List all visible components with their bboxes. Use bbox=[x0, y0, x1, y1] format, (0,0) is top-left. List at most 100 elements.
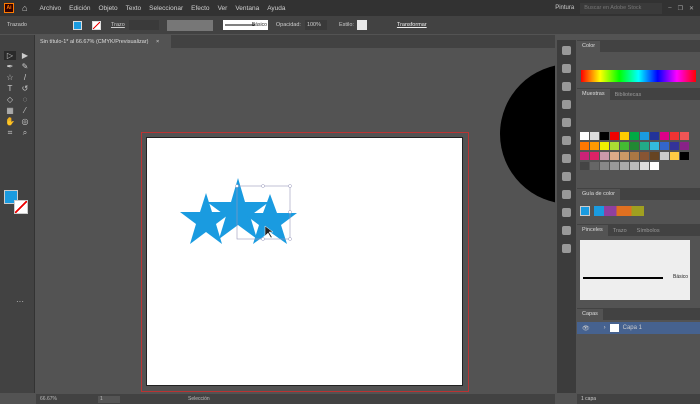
swatch[interactable] bbox=[640, 142, 649, 150]
eye-icon[interactable]: 👁 bbox=[582, 325, 590, 332]
layer-name[interactable]: Capa 1 bbox=[623, 325, 642, 331]
swatch[interactable] bbox=[590, 152, 599, 160]
transform-button[interactable]: Transformar bbox=[397, 22, 427, 28]
panel-toggle-icon[interactable] bbox=[562, 82, 571, 91]
star-tool-icon[interactable]: ☆ bbox=[4, 73, 16, 82]
eyedropper-tool-icon[interactable]: ⁄ bbox=[19, 106, 31, 115]
swatch[interactable] bbox=[660, 142, 669, 150]
brush-basic[interactable]: Básico bbox=[673, 274, 688, 280]
tab-color[interactable]: Color bbox=[577, 41, 601, 52]
fill-swatch[interactable] bbox=[73, 20, 82, 30]
swatch[interactable] bbox=[670, 152, 679, 160]
curvature-tool-icon[interactable]: ✎ bbox=[19, 62, 31, 71]
tab-brushes[interactable]: Pinceles bbox=[577, 225, 608, 236]
swatch[interactable] bbox=[610, 132, 619, 140]
menu-item-archivo[interactable]: Archivo bbox=[39, 5, 61, 12]
panel-toggle-icon[interactable] bbox=[562, 226, 571, 235]
close-button[interactable]: ✕ bbox=[689, 5, 694, 12]
lasso-tool-icon[interactable]: ◌ bbox=[19, 95, 31, 104]
stroke-weight-input[interactable] bbox=[128, 20, 159, 30]
menu-item-seleccionar[interactable]: Seleccionar bbox=[149, 5, 183, 12]
zoom-level[interactable]: 66.67% bbox=[40, 396, 57, 402]
swatch[interactable] bbox=[640, 132, 649, 140]
opacity-label[interactable]: Opacidad: bbox=[276, 22, 301, 28]
stock-search-input[interactable]: Buscar en Adobe Stock bbox=[580, 2, 663, 14]
swatch[interactable] bbox=[590, 162, 599, 170]
artboard[interactable] bbox=[146, 137, 463, 386]
tab-symbols[interactable]: Símbolos bbox=[632, 226, 665, 236]
close-tab-icon[interactable]: × bbox=[156, 39, 159, 45]
pen-tool-icon[interactable]: ✒ bbox=[4, 62, 16, 71]
artboard-number[interactable]: 1 bbox=[98, 396, 120, 403]
swatch[interactable] bbox=[580, 132, 589, 140]
swatch[interactable] bbox=[630, 142, 639, 150]
swatch[interactable] bbox=[680, 132, 689, 140]
document-tab[interactable]: Sin título-1* al 66.67% (CMYK/Previsuali… bbox=[36, 35, 171, 48]
panel-toggle-icon[interactable] bbox=[562, 244, 571, 253]
swatch[interactable] bbox=[600, 162, 609, 170]
swatch[interactable] bbox=[580, 142, 589, 150]
swatch[interactable] bbox=[630, 162, 639, 170]
swatch[interactable] bbox=[680, 142, 689, 150]
panel-toggle-icon[interactable] bbox=[562, 46, 571, 55]
swatch[interactable] bbox=[650, 152, 659, 160]
tab-swatches[interactable]: Muestras bbox=[577, 89, 610, 100]
shape-builder-tool-icon[interactable]: ◎ bbox=[19, 117, 31, 126]
artboard-tool-icon[interactable]: ⌗ bbox=[4, 128, 16, 138]
workspace-switcher[interactable]: Pintura bbox=[555, 5, 574, 11]
swatch[interactable] bbox=[620, 142, 629, 150]
stroke-label[interactable]: Trazo bbox=[111, 22, 125, 28]
swatch[interactable] bbox=[640, 162, 649, 170]
tab-layers[interactable]: Capas bbox=[577, 309, 603, 320]
gradient-tool-icon[interactable]: ▦ bbox=[4, 106, 16, 115]
zoom-tool-icon[interactable]: ⌕ bbox=[19, 128, 31, 138]
panel-toggle-icon[interactable] bbox=[562, 190, 571, 199]
tab-color-guide[interactable]: Guía de color bbox=[577, 189, 621, 200]
harmony-colors[interactable] bbox=[594, 206, 644, 216]
layer-row[interactable]: 👁 › Capa 1 bbox=[577, 322, 700, 334]
direct-selection-tool-icon[interactable]: ▶ bbox=[19, 51, 31, 60]
stroke-color[interactable] bbox=[14, 200, 28, 214]
menu-item-ver[interactable]: Ver bbox=[218, 5, 228, 12]
panel-toggle-icon[interactable] bbox=[562, 118, 571, 127]
swatch[interactable] bbox=[660, 152, 669, 160]
swatch[interactable] bbox=[600, 132, 609, 140]
more-tools-icon[interactable]: ··· bbox=[16, 297, 24, 306]
rotate-tool-icon[interactable]: ↺ bbox=[19, 84, 31, 93]
pencil-tool-icon[interactable]: / bbox=[19, 73, 31, 82]
brush-definition[interactable]: Básico bbox=[222, 20, 268, 30]
black-circle[interactable] bbox=[500, 64, 555, 204]
color-spectrum[interactable] bbox=[581, 70, 696, 82]
swatch[interactable] bbox=[590, 132, 599, 140]
swatch[interactable] bbox=[650, 162, 659, 170]
swatch[interactable] bbox=[600, 152, 609, 160]
menu-item-objeto[interactable]: Objeto bbox=[98, 5, 117, 12]
tab-libraries[interactable]: Bibliotecas bbox=[610, 90, 647, 100]
swatch[interactable] bbox=[590, 142, 599, 150]
swatch[interactable] bbox=[680, 152, 689, 160]
puppet-tool-icon[interactable]: ✋ bbox=[4, 117, 16, 126]
eraser-tool-icon[interactable]: ◇ bbox=[4, 95, 16, 104]
swatch[interactable] bbox=[670, 142, 679, 150]
stroke-swatch[interactable] bbox=[92, 20, 101, 30]
maximize-button[interactable]: ❐ bbox=[678, 5, 683, 12]
menu-item-ayuda[interactable]: Ayuda bbox=[267, 5, 285, 12]
swatch[interactable] bbox=[610, 142, 619, 150]
menu-item-texto[interactable]: Texto bbox=[126, 5, 142, 12]
swatch[interactable] bbox=[610, 162, 619, 170]
selection-tool-icon[interactable]: ▷ bbox=[4, 51, 16, 60]
panel-toggle-icon[interactable] bbox=[562, 64, 571, 73]
swatch[interactable] bbox=[630, 152, 639, 160]
menu-item-edición[interactable]: Edición bbox=[69, 5, 90, 12]
panel-toggle-icon[interactable] bbox=[562, 100, 571, 109]
swatch[interactable] bbox=[670, 132, 679, 140]
style-swatch[interactable] bbox=[356, 20, 367, 30]
minimize-button[interactable]: – bbox=[668, 5, 671, 11]
swatch[interactable] bbox=[600, 142, 609, 150]
panel-toggle-icon[interactable] bbox=[562, 136, 571, 145]
swatch[interactable] bbox=[620, 152, 629, 160]
swatch[interactable] bbox=[630, 132, 639, 140]
swatch[interactable] bbox=[620, 162, 629, 170]
swatch[interactable] bbox=[610, 152, 619, 160]
swatch[interactable] bbox=[580, 152, 589, 160]
